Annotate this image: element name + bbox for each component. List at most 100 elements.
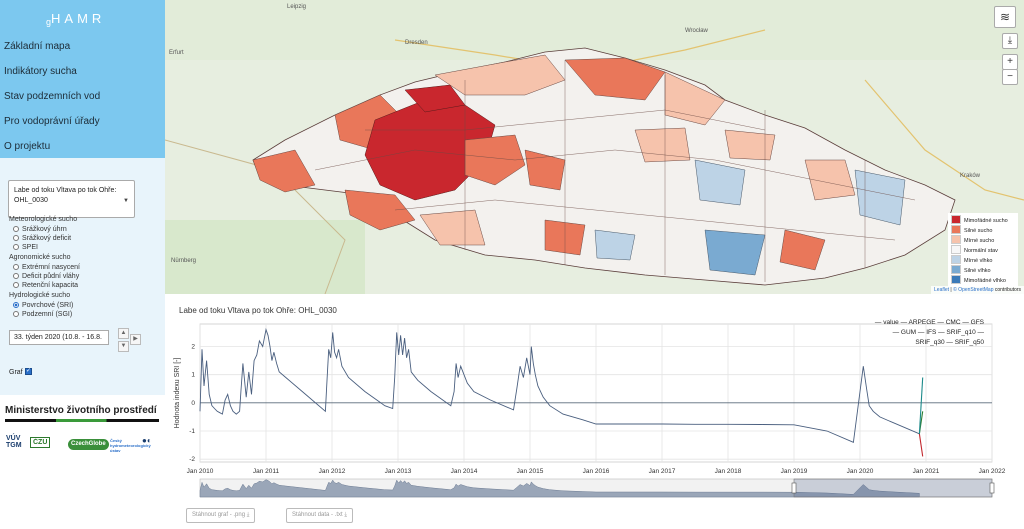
zoom-out-button[interactable]: − (1002, 69, 1018, 85)
y-tick-label: 1 (191, 372, 195, 379)
x-tick-label: Jan 2015 (517, 468, 544, 475)
chevron-up-icon: ▲ (120, 330, 127, 336)
radio-icon (13, 226, 19, 232)
chart-area: Jan 2010 Jan 2011 Jan 2012 Jan 2013 Jan 2014… (165, 294, 1024, 529)
logo-partner[interactable]: ●◐ (142, 437, 152, 445)
zoom-in-button[interactable]: + (1002, 54, 1018, 70)
radio-extremni-nasyceni[interactable]: Extrémní nasycení (13, 264, 80, 271)
x-tick-label: Jan 2019 (781, 468, 808, 475)
chevron-right-icon: ▶ (133, 336, 138, 342)
x-tick-label: Jan 2013 (385, 468, 412, 475)
download-map-button[interactable]: ⤓ (1002, 33, 1018, 49)
week-up-button[interactable]: ▲ (118, 328, 129, 339)
map-canvas[interactable] (165, 0, 1024, 294)
radio-icon (13, 244, 19, 250)
radio-icon (13, 311, 19, 317)
ministry-color-bar (5, 419, 159, 422)
logo-chmu[interactable]: Český hydrometeorologický ústav (110, 438, 151, 453)
radio-deficit-pudni-vlahy[interactable]: Deficit půdní vláhy (13, 273, 79, 280)
basin-mild-drought[interactable] (724, 129, 776, 161)
radio-srazkovy-deficit[interactable]: Srážkový deficit (13, 235, 71, 242)
nav-item-indikatory-sucha[interactable]: Indikátory sucha (0, 59, 165, 84)
week-selector[interactable]: 33. týden 2020 (10.8. - 16.8. (9, 330, 109, 345)
nav-item-zakladni-mapa[interactable]: Základní mapa (0, 34, 165, 59)
radio-povrchove-sri[interactable]: Povrchové (SRI) (13, 302, 73, 309)
nav-item-pro-vodopravni-urady[interactable]: Pro vodoprávní úřady (0, 109, 165, 134)
logo-czechglobe[interactable]: CzechGlobe (68, 439, 109, 450)
radio-icon (13, 235, 19, 241)
download-graph-button[interactable]: Stáhnout graf - .png ⤓ (186, 508, 256, 523)
x-tick-label: Jan 2011 (253, 468, 280, 475)
chart-legend[interactable]: — value — ARPEGE — CMC — GFS — GUM — IFS… (854, 318, 984, 348)
layers-button[interactable]: ≋ (994, 6, 1016, 28)
graf-checkbox[interactable]: ✓ (25, 368, 32, 375)
x-tick-label: Jan 2010 (187, 468, 214, 475)
graf-label: Graf (9, 369, 23, 376)
y-tick-label: -2 (189, 456, 195, 463)
x-tick-label: Jan 2012 (319, 468, 346, 475)
legend-line-1[interactable]: — value — ARPEGE — CMC — GFS (854, 318, 984, 328)
x-tick-label: Jan 2020 (847, 468, 874, 475)
legend-swatch (951, 265, 961, 274)
logo-vuv-tgm[interactable]: VÚV TGM (6, 435, 26, 449)
group-hydrologicke-sucho: Hydrologické sucho (9, 292, 71, 299)
drought-map[interactable]: Leipzig Dresden Erfurt Wrocław Nürnberg … (165, 0, 1024, 294)
radio-icon (13, 264, 19, 270)
map-attribution: Leaflet | © OpenStreetMap contributors (931, 286, 1024, 294)
radio-spei[interactable]: SPEI (13, 244, 38, 251)
city-label-dresden: Dresden (405, 40, 428, 46)
legend-row: Silné vlhko (951, 265, 1015, 275)
download-icon: ⤓ (1007, 35, 1013, 46)
basin-strong-wet[interactable] (704, 229, 766, 276)
download-icon: ⤓ (246, 512, 250, 518)
legend-line-3[interactable]: SRIF_q30 — SRIF_q50 (854, 338, 984, 348)
logo-czu[interactable]: ČZU (30, 437, 51, 448)
radio-srazkovy-uhrn[interactable]: Srážkový úhrn (13, 226, 67, 233)
basin-mild-wet[interactable] (594, 229, 636, 261)
map-legend: Mimořádné sucho Silné sucho Mírné sucho … (948, 213, 1018, 287)
terrain-southwest (165, 220, 365, 294)
leaflet-link[interactable]: Leaflet (934, 287, 949, 293)
layers-icon: ≋ (999, 10, 1011, 24)
week-down-button[interactable]: ▼ (118, 341, 129, 352)
radio-selected-icon (13, 302, 19, 308)
app-root: gHAMR Základní mapa Indikátory sucha Sta… (0, 0, 1024, 529)
basin-mild-drought[interactable] (634, 127, 691, 163)
osm-link[interactable]: © OpenStreetMap (953, 287, 993, 293)
legend-swatch (951, 255, 961, 264)
minus-icon: − (1007, 71, 1013, 82)
chevron-down-icon: ▼ (120, 343, 127, 349)
nav-item-o-projektu[interactable]: O projektu (0, 134, 165, 159)
download-data-button[interactable]: Stáhnout data - .txt ⤓ (286, 508, 354, 523)
y-tick-label: -1 (189, 428, 195, 435)
legend-row: Silné sucho (951, 225, 1015, 235)
radio-icon (13, 282, 19, 288)
basin-select[interactable]: Labe od toku Vltava po tok Ohře: OHL_003… (8, 180, 135, 218)
navigator-selection[interactable] (793, 478, 993, 498)
city-label-wroclaw: Wrocław (685, 28, 708, 34)
legend-row: Mimořádné sucho (951, 215, 1015, 225)
check-icon: ✓ (26, 368, 32, 374)
partner-logos: VÚV TGM ČZU CzechGlobe Český hydrometeor… (6, 435, 158, 459)
legend-swatch (951, 215, 961, 224)
navigator-handle-right[interactable] (989, 482, 995, 494)
x-tick-label: Jan 2018 (715, 468, 742, 475)
x-tick-label: Jan 2014 (451, 468, 478, 475)
app-logo[interactable]: gHAMR (0, 0, 165, 34)
radio-retencni-kapacita[interactable]: Retenční kapacita (13, 282, 78, 289)
legend-line-2[interactable]: — GUM — IFS — SRIF_q10 — (854, 328, 984, 338)
week-next-button[interactable]: ▶ (130, 334, 141, 345)
y-tick-label: 2 (191, 344, 195, 351)
y-tick-label: 0 (191, 400, 195, 407)
y-axis-label: Hodnota indexu SRI [-] (174, 358, 181, 429)
legend-row: Normální stav (951, 245, 1015, 255)
ministry-footer: Ministerstvo životního prostředí VÚV TGM… (0, 405, 165, 453)
nav-item-stav-podzemnich-vod[interactable]: Stav podzemních vod (0, 84, 165, 109)
legend-row: Mírné sucho (951, 235, 1015, 245)
x-tick-label: Jan 2022 (979, 468, 1006, 475)
radio-podzemni-sgi[interactable]: Podzemní (SGI) (13, 311, 72, 318)
x-tick-label: Jan 2017 (649, 468, 676, 475)
chevron-down-icon: ▼ (123, 198, 129, 204)
x-tick-label: Jan 2016 (583, 468, 610, 475)
navigator-handle-left[interactable] (791, 482, 797, 494)
